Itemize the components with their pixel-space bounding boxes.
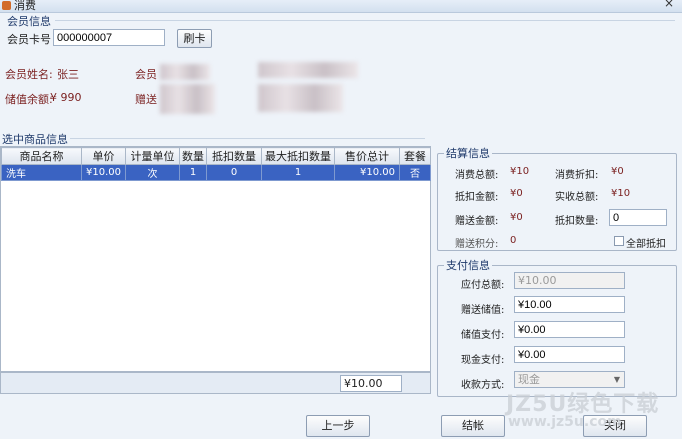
payment-method-value: 现金 [518, 373, 540, 386]
cash-pay-input[interactable] [514, 346, 625, 363]
title-bar: 消费 × [0, 0, 682, 13]
column-header[interactable]: 套餐 [399, 147, 431, 165]
divider [70, 138, 425, 139]
column-header[interactable]: 单价 [81, 147, 126, 165]
cell-unit: 次 [125, 164, 180, 181]
close-icon[interactable]: × [664, 0, 674, 10]
balance-value: ¥ 990 [50, 91, 82, 104]
payable-field: ¥10.00 [514, 272, 625, 289]
discount-label: 消费折扣: [555, 170, 599, 181]
cell-name: 洗车 [1, 164, 82, 181]
divider [55, 20, 675, 21]
gift-points-label: 赠送积分: [455, 239, 499, 250]
received-label: 实收总额: [555, 192, 599, 203]
previous-step-button[interactable]: 上一步 [306, 415, 370, 437]
window-title: 消费 [14, 0, 36, 12]
redacted-area [258, 62, 358, 78]
member-level-label: 会员 [135, 68, 157, 81]
payable-label: 应付总额: [461, 280, 505, 291]
column-header[interactable]: 商品名称 [1, 147, 82, 165]
member-section-title: 会员信息 [7, 15, 51, 28]
column-header[interactable]: 售价总计 [334, 147, 400, 165]
gift-stored-label: 赠送储值: [461, 305, 505, 316]
cell-package: 否 [399, 164, 431, 181]
card-number-label: 会员卡号 [7, 33, 51, 46]
received-value: ¥10 [611, 188, 631, 199]
balance-label: 储值余额: [5, 93, 53, 106]
payment-section-title: 支付信息 [446, 259, 490, 272]
total-value: ¥10 [510, 166, 530, 177]
table-header-row: 商品名称 单价 计量单位 数量 抵扣数量 最大抵扣数量 售价总计 套餐 [1, 147, 431, 165]
deduct-amount-label: 抵扣金额: [455, 192, 499, 203]
total-label: 消费总额: [455, 170, 499, 181]
sum-total-field: ¥10.00 [340, 375, 402, 392]
cell-qty: 1 [179, 164, 207, 181]
gift-amount-value: ¥0 [510, 212, 523, 223]
all-deduct-checkbox[interactable] [614, 236, 624, 246]
gift-stored-input[interactable] [514, 296, 625, 313]
redacted-area [160, 84, 215, 114]
goods-table[interactable]: 商品名称 单价 计量单位 数量 抵扣数量 最大抵扣数量 售价总计 套餐 洗车 ¥… [0, 146, 431, 372]
redacted-area [258, 84, 343, 112]
swipe-card-button[interactable]: 刷卡 [177, 29, 212, 48]
settle-button[interactable]: 结帐 [441, 415, 505, 437]
settlement-section-title: 结算信息 [446, 147, 490, 160]
card-number-input[interactable] [53, 29, 165, 46]
table-summary-bar: ¥10.00 [0, 372, 431, 394]
cell-deduct: 0 [206, 164, 262, 181]
deduct-qty-label: 抵扣数量: [555, 216, 599, 227]
chevron-down-icon: ▼ [613, 375, 620, 384]
gift-amount-label: 赠送金额: [455, 216, 499, 227]
stored-pay-label: 储值支付: [461, 330, 505, 341]
watermark-url: www.jz5u.com [508, 414, 622, 430]
gift-label: 赠送 [135, 93, 157, 106]
redacted-area [160, 64, 210, 80]
column-header[interactable]: 抵扣数量 [206, 147, 262, 165]
payment-method-label: 收款方式: [461, 380, 505, 391]
table-row[interactable]: 洗车 ¥10.00 次 1 0 1 ¥10.00 否 [1, 164, 431, 181]
cash-pay-label: 现金支付: [461, 355, 505, 366]
cell-total: ¥10.00 [334, 164, 400, 181]
member-name-label: 会员姓名: [5, 68, 53, 81]
deduct-qty-input[interactable] [609, 209, 667, 226]
column-header[interactable]: 数量 [179, 147, 207, 165]
stored-pay-input[interactable] [514, 321, 625, 338]
discount-value: ¥0 [611, 166, 624, 177]
deduct-amount-value: ¥0 [510, 188, 523, 199]
all-deduct-label: 全部抵扣 [626, 239, 666, 250]
cell-max-deduct: 1 [261, 164, 335, 181]
cell-price: ¥10.00 [81, 164, 126, 181]
column-header[interactable]: 计量单位 [125, 147, 180, 165]
app-icon [2, 1, 11, 10]
gift-points-value: 0 [510, 235, 517, 246]
member-name-value: 张三 [57, 68, 79, 81]
goods-section-title: 选中商品信息 [2, 133, 68, 146]
column-header[interactable]: 最大抵扣数量 [261, 147, 335, 165]
